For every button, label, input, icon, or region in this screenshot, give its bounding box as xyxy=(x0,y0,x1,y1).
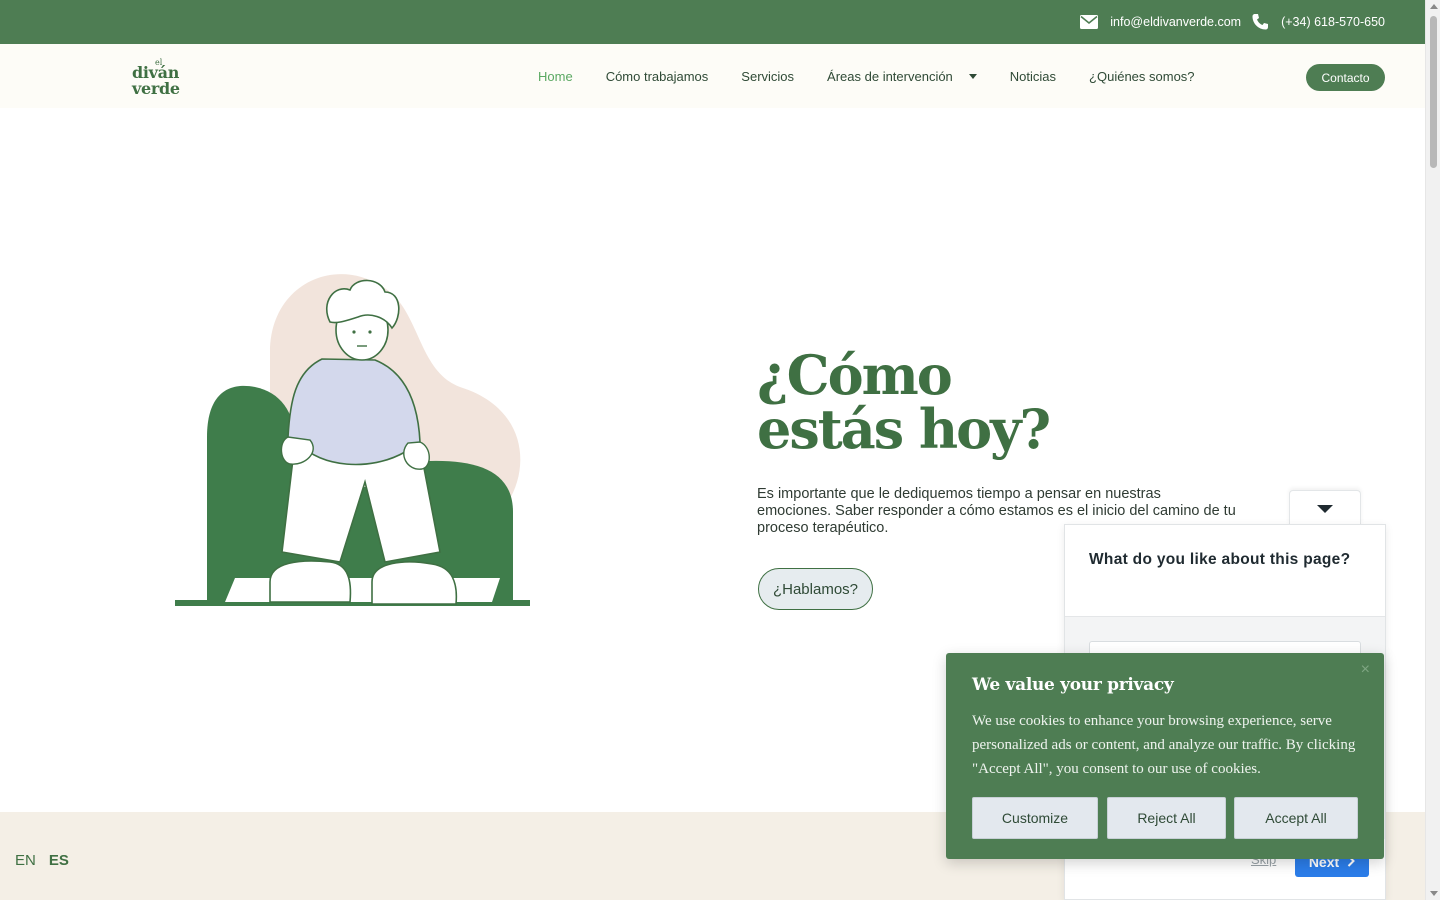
logo-line-verde: verde xyxy=(132,79,180,98)
nav-home[interactable]: Home xyxy=(538,69,573,84)
cookie-title: We value your privacy xyxy=(972,675,1174,695)
lang-en[interactable]: EN xyxy=(15,852,36,869)
nav-noticias-label: Noticias xyxy=(1009,68,1057,84)
nav-noticias[interactable]: Noticias xyxy=(1010,69,1056,84)
reject-all-button[interactable]: Reject All xyxy=(1107,797,1226,839)
email-contact[interactable]: info@eldivanverde.com xyxy=(1080,15,1241,29)
feedback-toggle[interactable] xyxy=(1289,490,1361,526)
envelope-icon xyxy=(1080,15,1099,29)
hero-title: ¿Cómo estás hoy? xyxy=(757,343,1051,461)
nav-areas-de-intervencion[interactable]: Áreas de intervención xyxy=(827,69,977,84)
nav-servicios-label: Servicios xyxy=(741,68,795,84)
nav-quienes-somos-label: ¿Quiénes somos? xyxy=(1089,68,1195,84)
caret-down-icon xyxy=(1317,504,1333,513)
feedback-question: What do you like about this page? xyxy=(1065,525,1385,617)
logo[interactable]: el diván verde xyxy=(132,59,192,99)
lang-es[interactable]: ES xyxy=(49,852,69,869)
hero-title-line-1: ¿Cómo xyxy=(757,343,953,407)
hero-title-line-2: estás hoy? xyxy=(757,397,1051,461)
nav-como-trabajamos[interactable]: Cómo trabajamos xyxy=(606,69,709,84)
main-nav: Home Cómo trabajamos Servicios Áreas de … xyxy=(538,44,1228,108)
cookie-banner: × We value your privacy We use cookies t… xyxy=(946,653,1384,859)
nav-quienes-somos[interactable]: ¿Quiénes somos? xyxy=(1089,69,1195,84)
accept-all-button[interactable]: Accept All xyxy=(1234,797,1358,839)
close-icon[interactable]: × xyxy=(1361,661,1370,679)
email-text[interactable]: info@eldivanverde.com xyxy=(1110,15,1241,29)
scroll-down-icon[interactable] xyxy=(1430,891,1438,896)
nav-servicios[interactable]: Servicios xyxy=(741,69,794,84)
cookie-text: We use cookies to enhance your browsing … xyxy=(972,713,1356,777)
site-header: el diván verde Home Cómo trabajamos Serv… xyxy=(0,44,1425,108)
phone-text[interactable]: (+34) 618-570-650 xyxy=(1281,15,1385,29)
top-contact-bar: info@eldivanverde.com (+34) 618-570-650 xyxy=(0,0,1425,44)
phone-icon xyxy=(1251,13,1269,31)
page-scrollbar[interactable] xyxy=(1425,0,1440,900)
scrollbar-thumb[interactable] xyxy=(1430,16,1437,168)
nav-como-trabajamos-label: Cómo trabajamos xyxy=(605,68,709,84)
chevron-down-icon xyxy=(968,73,977,79)
language-switcher: EN ES xyxy=(15,852,69,869)
scroll-up-icon[interactable] xyxy=(1430,4,1438,9)
hablamos-button[interactable]: ¿Hablamos? xyxy=(758,568,873,610)
phone-contact[interactable]: (+34) 618-570-650 xyxy=(1251,13,1385,31)
nav-areas-label: Áreas de intervención xyxy=(827,68,953,84)
nav-home-label: Home xyxy=(538,68,573,84)
contacto-button[interactable]: Contacto xyxy=(1306,64,1385,91)
hero-illustration xyxy=(170,262,540,622)
customize-button[interactable]: Customize xyxy=(972,797,1098,839)
